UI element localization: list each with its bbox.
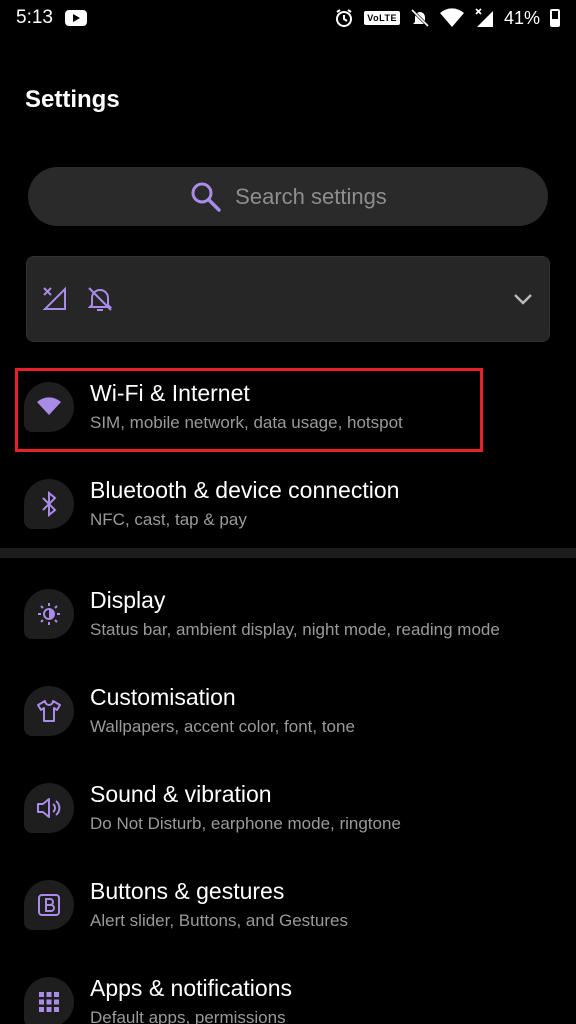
conditions-card[interactable] [26,256,550,342]
youtube-icon [64,10,87,26]
search-placeholder: Search settings [235,183,387,209]
section-divider [0,548,576,558]
brightness-icon [24,589,74,639]
item-title: Customisation [90,684,236,710]
item-title: Display [90,587,166,613]
battery-percent: 41% [503,7,540,28]
signal-icon [474,8,494,28]
button-b-icon [24,880,74,930]
status-icons: VoLTE 41% [334,8,560,29]
highlight-box [15,368,483,452]
speaker-icon [24,783,74,833]
do-not-disturb-icon [85,284,115,314]
item-subtitle: Status bar, ambient display, night mode,… [90,620,500,639]
wifi-status-icon [439,8,464,28]
settings-item-display[interactable]: Display Status bar, ambient display, nig… [0,575,576,661]
muted-bell-icon [410,8,430,28]
settings-item-bluetooth[interactable]: Bluetooth & device connection NFC, cast,… [0,465,576,551]
item-subtitle: Alert slider, Buttons, and Gestures [90,911,348,930]
bluetooth-icon [24,479,74,529]
condition-icons [41,284,115,314]
page-title: Settings [25,86,120,113]
item-subtitle: Do Not Disturb, earphone mode, ringtone [90,814,401,833]
chevron-down-icon[interactable] [511,287,535,311]
settings-item-sound-vibration[interactable]: Sound & vibration Do Not Disturb, earpho… [0,769,576,855]
item-title: Bluetooth & device connection [90,477,400,503]
item-title: Buttons & gestures [90,878,285,904]
item-title: Sound & vibration [90,781,272,807]
status-time: 5:13 [16,7,53,28]
search-bar[interactable]: Search settings [28,167,548,226]
no-sim-signal-icon [41,285,69,313]
item-title: Apps & notifications [90,975,293,1001]
alarm-icon [334,8,354,28]
settings-screen: 5:13 VoLTE 41% Settings Search settings … [0,0,576,1024]
status-bar: 5:13 VoLTE 41% [0,0,576,36]
apps-grid-icon [24,977,74,1024]
search-icon [189,180,223,214]
item-subtitle: Wallpapers, accent color, font, tone [90,717,355,736]
settings-item-buttons-gestures[interactable]: Buttons & gestures Alert slider, Buttons… [0,866,576,952]
tshirt-icon [24,686,74,736]
settings-item-customisation[interactable]: Customisation Wallpapers, accent color, … [0,672,576,758]
item-subtitle: NFC, cast, tap & pay [90,510,247,529]
settings-item-apps-notifications[interactable]: Apps & notifications Default apps, permi… [0,963,576,1024]
item-subtitle: Default apps, permissions [90,1008,286,1024]
volte-badge: VoLTE [364,11,400,25]
battery-icon [550,9,560,27]
